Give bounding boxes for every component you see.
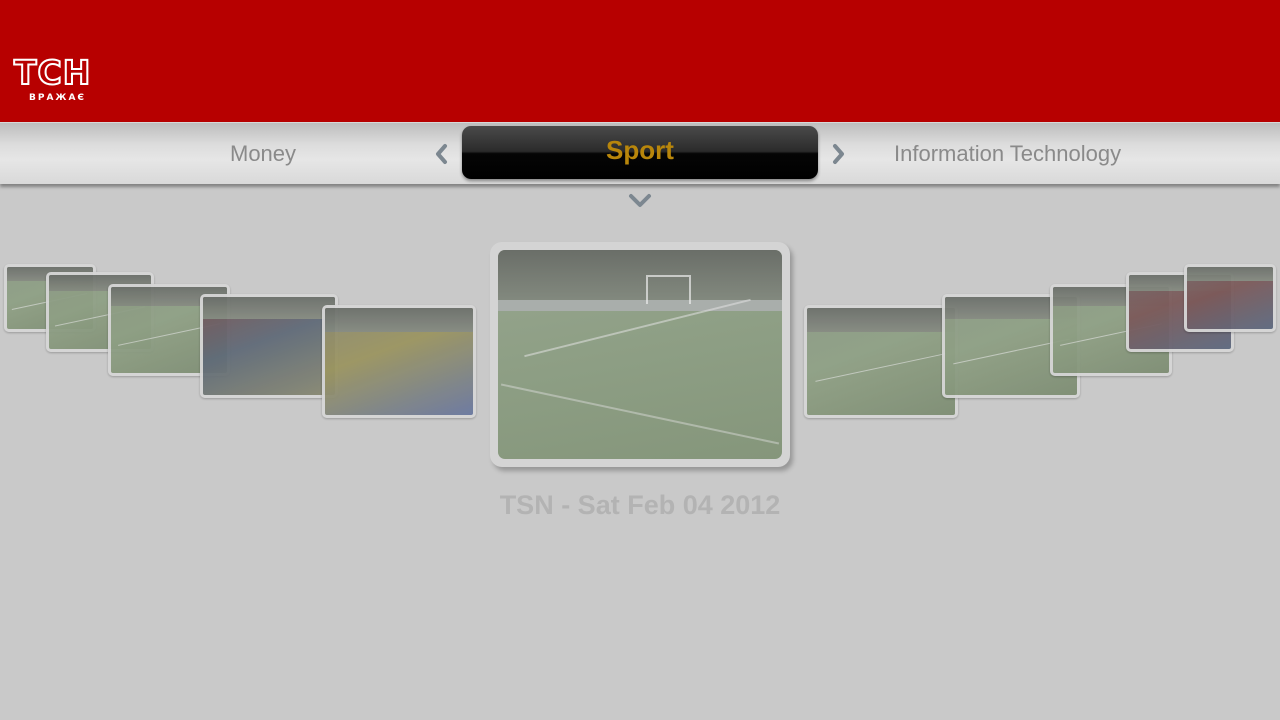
app-header: ТСН ВРАЖАЄ [0, 0, 1280, 122]
category-previous[interactable]: Money [230, 123, 296, 185]
chevron-right-icon[interactable] [829, 123, 849, 185]
video-title: TSN - Sat Feb 04 2012 [499, 490, 781, 520]
video-thumbnail-selected[interactable] [490, 242, 790, 467]
chevron-left-icon[interactable] [431, 123, 451, 185]
chevron-down-icon[interactable] [626, 192, 654, 210]
category-next[interactable]: Information Technology [894, 123, 1121, 185]
video-thumbnail[interactable] [804, 305, 958, 418]
category-bar: Money Sport Information Technology [0, 122, 1280, 184]
category-current[interactable]: Sport [462, 126, 818, 179]
video-thumbnail[interactable] [322, 305, 476, 418]
logo-tagline: ВРАЖАЄ [29, 93, 87, 103]
video-carousel [0, 230, 1280, 480]
logo-text: ТСН [13, 53, 92, 92]
tsn-logo: ТСН ВРАЖАЄ [13, 53, 94, 108]
video-thumbnail[interactable] [1184, 264, 1276, 332]
video-thumbnail[interactable] [200, 294, 338, 398]
